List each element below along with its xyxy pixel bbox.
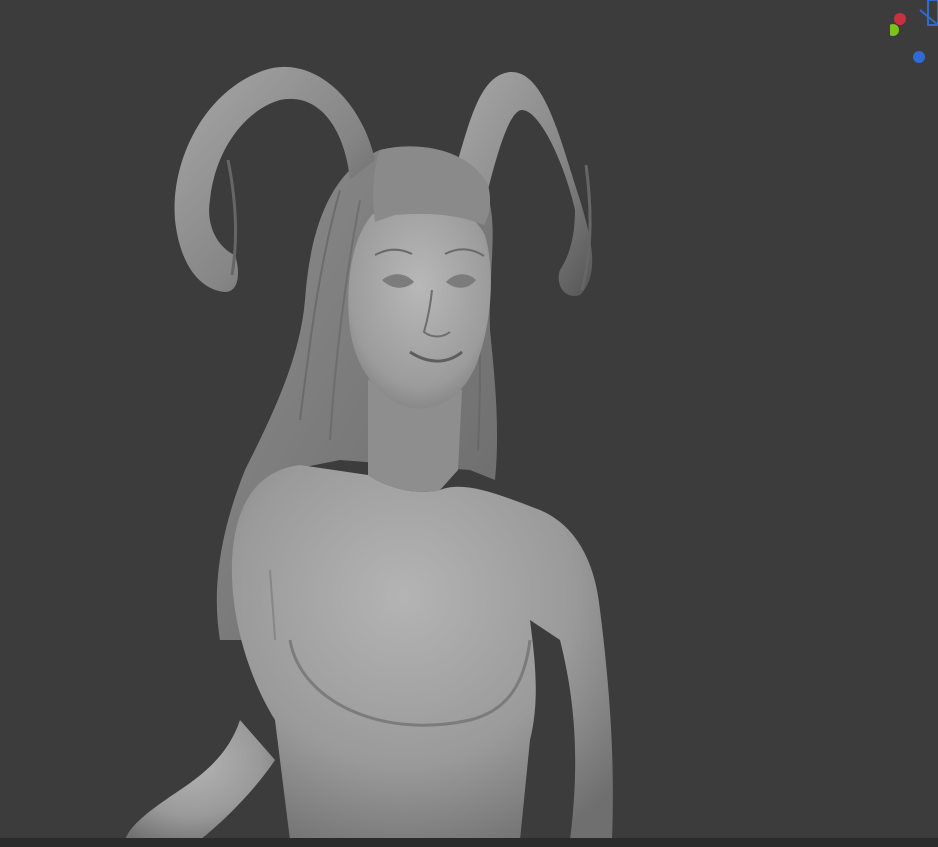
viewport-bottom-bar <box>0 838 938 847</box>
sculpt-model <box>125 66 613 840</box>
z-axis-icon <box>913 51 925 63</box>
navigation-gizmo[interactable] <box>887 0 938 70</box>
torso <box>231 465 613 840</box>
y-axis-icon <box>887 24 899 36</box>
3d-viewport[interactable] <box>0 0 938 847</box>
x-axis-icon <box>894 13 906 25</box>
left-arm <box>125 720 275 840</box>
